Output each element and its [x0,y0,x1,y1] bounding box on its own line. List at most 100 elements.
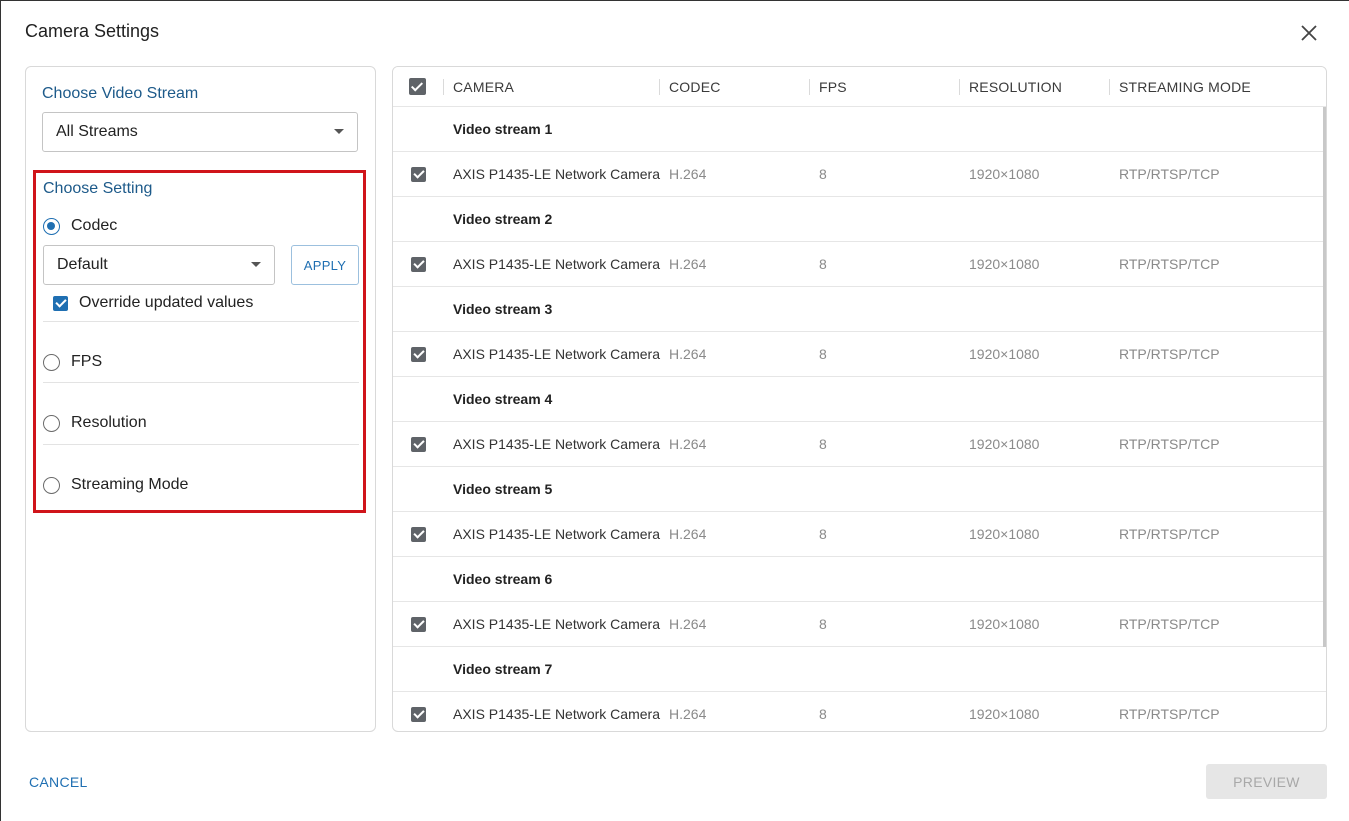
stream-select-value: All Streams [56,123,138,140]
column-header-fps[interactable]: FPS [819,67,847,107]
stream-label: Choose Video Stream [42,85,199,102]
group-title: Video stream 5 [453,481,553,497]
cell-resolution: 1920×1080 [969,166,1040,182]
group-title: Video stream 3 [453,301,553,317]
table-row[interactable]: AXIS P1435-LE Network Camera H.264 8 192… [393,512,1326,557]
divider [43,321,359,322]
group-row: Video stream 7 [393,647,1326,692]
cell-camera: AXIS P1435-LE Network Camera [453,166,660,182]
divider [43,382,359,383]
streams-table: CAMERA CODEC FPS RESOLUTION STREAMING MO… [392,66,1327,732]
cell-camera: AXIS P1435-LE Network Camera [453,256,660,272]
radio-unchecked-icon [43,414,60,432]
table-row[interactable]: AXIS P1435-LE Network Camera H.264 8 192… [393,152,1326,197]
cell-camera: AXIS P1435-LE Network Camera [453,436,660,452]
radio-fps[interactable]: FPS [43,353,102,371]
row-checkbox[interactable] [411,707,426,722]
chevron-down-icon [251,262,261,267]
group-row: Video stream 2 [393,197,1326,242]
cell-codec: H.264 [669,526,707,542]
radio-streaming-mode[interactable]: Streaming Mode [43,476,188,494]
table-row[interactable]: AXIS P1435-LE Network Camera H.264 8 192… [393,242,1326,287]
radio-checked-icon [43,217,60,235]
group-row: Video stream 6 [393,557,1326,602]
radio-resolution[interactable]: Resolution [43,414,147,432]
radio-unchecked-icon [43,476,60,494]
cell-resolution: 1920×1080 [969,526,1040,542]
close-icon[interactable] [1297,21,1321,45]
cell-codec: H.264 [669,166,707,182]
select-all-checkbox[interactable] [409,78,426,95]
cell-codec: H.264 [669,256,707,272]
table-row[interactable]: AXIS P1435-LE Network Camera H.264 8 192… [393,692,1326,731]
setting-label: Choose Setting [43,180,153,197]
table-row[interactable]: AXIS P1435-LE Network Camera H.264 8 192… [393,602,1326,647]
cell-fps: 8 [819,436,827,452]
cell-resolution: 1920×1080 [969,256,1040,272]
codec-select-value: Default [57,256,108,273]
checkbox-checked-icon [53,295,68,311]
column-separator [443,79,444,95]
cell-streaming-mode: RTP/RTSP/TCP [1119,346,1220,362]
group-row: Video stream 4 [393,377,1326,422]
cell-streaming-mode: RTP/RTSP/TCP [1119,706,1220,722]
group-title: Video stream 4 [453,391,553,407]
cell-codec: H.264 [669,436,707,452]
column-header-streaming-mode[interactable]: STREAMING MODE [1119,67,1251,107]
cell-camera: AXIS P1435-LE Network Camera [453,616,660,632]
table-body: Video stream 1 AXIS P1435-LE Network Cam… [393,107,1326,731]
cell-camera: AXIS P1435-LE Network Camera [453,346,660,362]
group-title: Video stream 7 [453,661,553,677]
radio-codec[interactable]: Codec [43,217,117,235]
cancel-button[interactable]: CANCEL [29,774,88,790]
group-title: Video stream 2 [453,211,553,227]
column-separator [809,79,810,95]
group-title: Video stream 6 [453,571,553,587]
cell-resolution: 1920×1080 [969,616,1040,632]
column-header-codec[interactable]: CODEC [669,67,721,107]
row-checkbox[interactable] [411,257,426,272]
table-row[interactable]: AXIS P1435-LE Network Camera H.264 8 192… [393,422,1326,467]
cell-codec: H.264 [669,346,707,362]
cell-fps: 8 [819,706,827,722]
override-checkbox[interactable]: Override updated values [53,294,253,312]
cell-fps: 8 [819,166,827,182]
radio-label-fps: FPS [71,353,103,370]
row-checkbox[interactable] [411,527,426,542]
preview-button[interactable]: PREVIEW [1206,764,1327,799]
group-row: Video stream 5 [393,467,1326,512]
radio-label-resolution: Resolution [71,414,147,431]
group-title: Video stream 1 [453,121,553,137]
cell-streaming-mode: RTP/RTSP/TCP [1119,616,1220,632]
radio-label-streaming-mode: Streaming Mode [71,476,189,493]
dialog-title: Camera Settings [25,21,160,41]
cell-resolution: 1920×1080 [969,706,1040,722]
table-scrollbar[interactable] [1323,107,1326,647]
cell-streaming-mode: RTP/RTSP/TCP [1119,526,1220,542]
row-checkbox[interactable] [411,617,426,632]
column-separator [659,79,660,95]
table-row[interactable]: AXIS P1435-LE Network Camera H.264 8 192… [393,332,1326,377]
codec-select[interactable]: Default [43,245,275,285]
column-header-resolution[interactable]: RESOLUTION [969,67,1062,107]
cell-fps: 8 [819,256,827,272]
cell-codec: H.264 [669,616,707,632]
cell-streaming-mode: RTP/RTSP/TCP [1119,436,1220,452]
group-row: Video stream 3 [393,287,1326,332]
divider [43,444,359,445]
stream-select[interactable]: All Streams [42,112,358,152]
apply-button[interactable]: APPLY [291,245,359,285]
cell-resolution: 1920×1080 [969,346,1040,362]
row-checkbox[interactable] [411,167,426,182]
cell-camera: AXIS P1435-LE Network Camera [453,526,660,542]
cell-codec: H.264 [669,706,707,722]
radio-unchecked-icon [43,353,60,371]
cell-resolution: 1920×1080 [969,436,1040,452]
column-header-camera[interactable]: CAMERA [453,67,514,107]
row-checkbox[interactable] [411,347,426,362]
cell-streaming-mode: RTP/RTSP/TCP [1119,256,1220,272]
row-checkbox[interactable] [411,437,426,452]
cell-streaming-mode: RTP/RTSP/TCP [1119,166,1220,182]
cell-fps: 8 [819,616,827,632]
column-separator [959,79,960,95]
